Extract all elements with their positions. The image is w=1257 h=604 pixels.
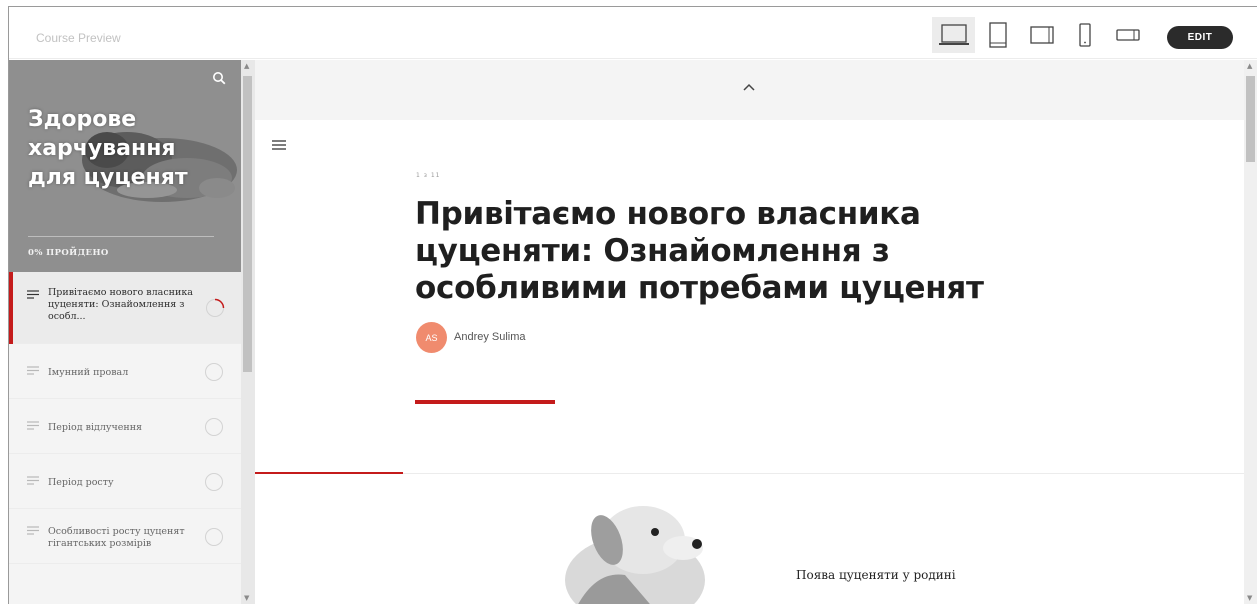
scroll-up-arrow-icon[interactable]: ▲ [1247,62,1252,70]
content-scroll-thumb[interactable] [1246,76,1255,162]
header-divider [28,236,214,237]
not-started-status-icon [205,473,223,491]
lesson-title: Привітаємо нового власника цуценяти: Озн… [415,196,984,306]
author-avatar: AS [416,322,447,353]
content-scrollbar[interactable]: ▲ ▼ [1244,60,1257,604]
section-progress-accent [255,472,403,474]
lesson-item-active[interactable]: Привітаємо нового власника цуценяти: Озн… [9,272,241,344]
sidebar-scrollbar[interactable]: ▲ ▼ [241,60,255,604]
section-caption: Поява цуценяти у родині [796,568,956,582]
window-title: Course Preview [36,31,121,45]
author-name: Andrey Sulima [454,331,526,343]
phone-portrait-icon [1079,23,1091,47]
lesson-item[interactable]: Імунний провал [9,344,241,399]
chevron-up-icon[interactable] [742,82,756,92]
phone-landscape-view-button[interactable] [1113,17,1143,53]
edit-button[interactable]: EDIT [1167,26,1233,49]
section-divider [255,473,1244,474]
previous-lesson-bar[interactable] [255,60,1244,120]
lesson-counter: 1 з 11 [416,172,441,179]
tablet-landscape-icon [1030,26,1054,44]
lesson-label: Період росту [48,477,114,488]
in-progress-status-icon [206,298,225,317]
lesson-label: Період відлучення [48,422,143,433]
lesson-label: Привітаємо нового власника цуценяти: Озн… [48,287,193,322]
lesson-item[interactable]: Особливості росту цуценят гігантських ро… [9,509,241,564]
not-started-status-icon [205,528,223,546]
scroll-down-arrow-icon[interactable]: ▼ [244,594,249,602]
phone-landscape-icon [1116,29,1140,41]
scroll-up-arrow-icon[interactable]: ▲ [244,62,249,70]
laptop-view-button[interactable] [932,17,975,53]
lesson-label: Особливості росту цуценят гігантських ро… [48,526,185,549]
lesson-item[interactable]: Період відлучення [9,399,241,454]
course-preview-window: Course Preview EDIT Здорове харчування д… [8,6,1257,604]
not-started-status-icon [205,363,223,381]
course-progress: 0% ПРОЙДЕНО [28,248,109,258]
course-sidebar: Здорове харчування для цуценят 0% ПРОЙДЕ… [9,60,241,604]
course-title: Здорове харчування для цуценят [28,107,188,190]
lesson-label: Імунний провал [48,367,129,378]
lesson-text-icon [27,476,39,485]
lesson-text-icon [27,290,39,299]
title-accent-bar [415,400,555,404]
search-icon[interactable] [212,71,226,85]
tablet-landscape-view-button[interactable] [1027,17,1057,53]
sidebar-scroll-thumb[interactable] [243,76,252,372]
scroll-down-arrow-icon[interactable]: ▼ [1247,594,1252,602]
lesson-list: Привітаємо нового власника цуценяти: Озн… [9,272,241,564]
lesson-text-icon [27,526,39,535]
tablet-portrait-view-button[interactable] [985,17,1011,53]
puppy-image [565,506,705,604]
lesson-text-icon [27,366,39,375]
lesson-content: 1 з 11 Привітаємо нового власника цуценя… [255,60,1244,604]
phone-portrait-view-button[interactable] [1075,17,1095,53]
lesson-item[interactable]: Період росту [9,454,241,509]
not-started-status-icon [205,418,223,436]
lesson-text-icon [27,421,39,430]
laptop-icon [938,24,969,45]
course-header: Здорове харчування для цуценят 0% ПРОЙДЕ… [9,60,241,272]
tablet-portrait-icon [989,22,1007,48]
menu-icon[interactable] [272,140,286,150]
top-bar: Course Preview EDIT [9,7,1257,59]
